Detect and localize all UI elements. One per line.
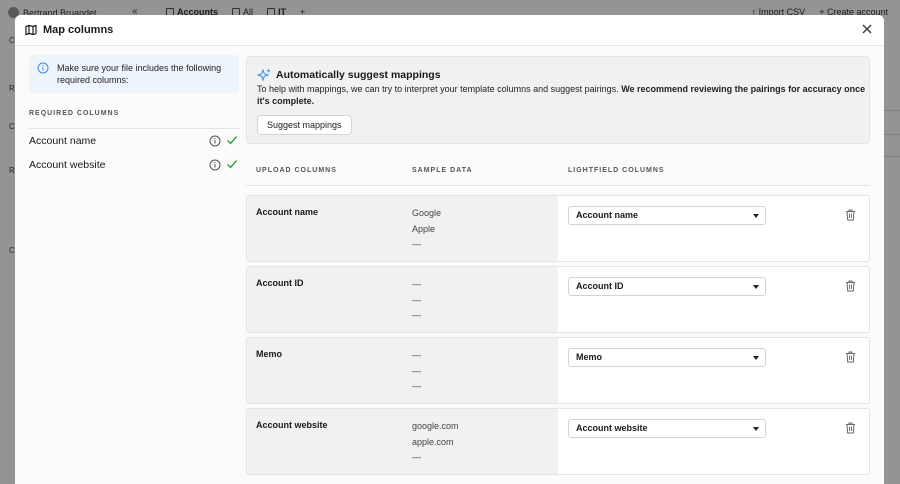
upload-columns-header: UPLOAD COLUMNS	[256, 167, 337, 174]
sample-value: —	[412, 279, 421, 289]
chevron-down-icon	[753, 356, 759, 360]
sample-value: google.com	[412, 421, 459, 431]
trash-icon[interactable]	[845, 351, 856, 363]
upload-column-name: Account name	[256, 207, 319, 217]
map-columns-modal: Map columns Make sure your file includes…	[15, 15, 884, 484]
lightfield-columns-header: LIGHTFIELD COLUMNS	[568, 167, 665, 174]
sample-value: apple.com	[412, 436, 454, 447]
select-value: Account name	[576, 210, 639, 220]
suggest-mappings-button[interactable]: Suggest mappings	[257, 115, 352, 135]
info-circle-icon[interactable]	[209, 159, 221, 171]
trash-icon[interactable]	[845, 280, 856, 292]
required-column-item: Account name	[29, 129, 239, 153]
upload-column-name: Account website	[256, 420, 328, 430]
trash-icon[interactable]	[845, 422, 856, 434]
chevron-down-icon	[753, 214, 759, 218]
upload-column-name: Account ID	[256, 278, 304, 288]
sample-data: — — —	[412, 277, 421, 324]
column-headers: UPLOAD COLUMNS SAMPLE DATA LIGHTFIELD CO…	[246, 144, 870, 186]
suggest-title: Automatically suggest mappings	[276, 69, 441, 81]
sample-value: Apple	[412, 223, 436, 234]
modal-title: Map columns	[43, 24, 114, 36]
suggest-description: To help with mappings, we can try to int…	[257, 83, 867, 107]
lightfield-column-select[interactable]: Memo	[568, 348, 766, 367]
info-icon	[37, 62, 49, 74]
required-column-label: Account name	[29, 135, 97, 147]
suggest-mappings-card: Automatically suggest mappings To help w…	[246, 56, 870, 144]
upload-cell	[247, 338, 558, 403]
sample-value: —	[412, 294, 421, 305]
sample-value: —	[412, 310, 421, 320]
info-circle-icon[interactable]	[209, 135, 221, 147]
sample-data-header: SAMPLE DATA	[412, 167, 473, 174]
mapping-row: Account name Google Apple — Account name	[246, 195, 870, 262]
mapping-rows: Account name Google Apple — Account name	[246, 195, 870, 475]
sample-value: —	[412, 239, 421, 249]
check-icon	[227, 160, 238, 169]
notice-text: Make sure your file includes the followi…	[57, 63, 222, 85]
modal-header: Map columns	[15, 15, 884, 46]
upload-column-name: Memo	[256, 349, 283, 359]
mapping-row: Memo — — — Memo	[246, 337, 870, 404]
suggest-desc-text: To help with mappings, we can try to int…	[257, 84, 622, 94]
map-icon	[25, 24, 37, 36]
check-icon	[227, 136, 238, 145]
required-column-item: Account website	[29, 153, 239, 177]
trash-icon[interactable]	[845, 209, 856, 221]
sample-value: —	[412, 381, 421, 391]
sample-value: Google	[412, 208, 442, 218]
sample-value: —	[412, 365, 421, 376]
info-notice: Make sure your file includes the followi…	[29, 55, 239, 93]
lightfield-column-select[interactable]: Account website	[568, 419, 766, 438]
upload-cell	[247, 196, 558, 261]
mapping-row: Account ID — — — Account ID	[246, 266, 870, 333]
lightfield-column-select[interactable]: Account ID	[568, 277, 766, 296]
chevron-down-icon	[753, 427, 759, 431]
sample-data: google.com apple.com —	[412, 419, 459, 466]
sample-value: —	[412, 452, 421, 462]
sparkle-icon	[257, 68, 271, 82]
mapping-row: Account website google.com apple.com — A…	[246, 408, 870, 475]
mapping-panel: Automatically suggest mappings To help w…	[246, 56, 870, 475]
chevron-down-icon	[753, 285, 759, 289]
sample-data: Google Apple —	[412, 206, 441, 253]
upload-cell	[247, 409, 558, 474]
close-icon[interactable]	[860, 22, 874, 36]
select-value: Account website	[576, 423, 648, 433]
sample-value: —	[412, 350, 421, 360]
required-column-label: Account website	[29, 159, 106, 171]
required-columns-panel: Make sure your file includes the followi…	[29, 55, 239, 177]
sample-data: — — —	[412, 348, 421, 395]
select-value: Memo	[576, 352, 603, 362]
lightfield-column-select[interactable]: Account name	[568, 206, 766, 225]
select-value: Account ID	[576, 281, 624, 291]
required-columns-heading: REQUIRED COLUMNS	[29, 110, 120, 117]
upload-cell	[247, 267, 558, 332]
